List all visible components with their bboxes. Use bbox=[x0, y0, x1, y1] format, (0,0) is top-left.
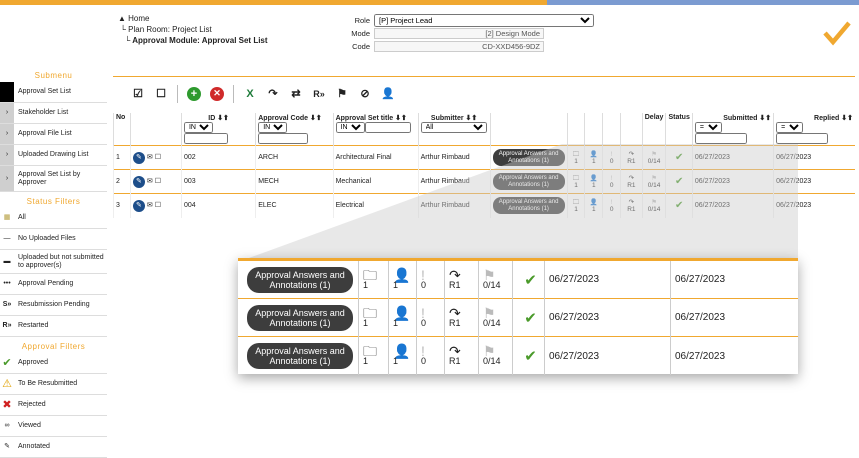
approval-answers-button[interactable]: Approval Answers and Annotations (1) bbox=[247, 343, 353, 369]
zoom-row: Approval Answers and Annotations (1) 🗀 1 … bbox=[238, 298, 798, 337]
user-icon[interactable]: 👤 bbox=[393, 344, 410, 358]
zoom-row: Approval Answers and Annotations (1) 🗀 1 … bbox=[238, 260, 798, 299]
exclamation-icon[interactable]: ! bbox=[421, 306, 425, 320]
status-check-icon: ✔ bbox=[512, 260, 544, 299]
approval-answers-button[interactable]: Approval Answers and Annotations (1) bbox=[247, 304, 353, 331]
folder-icon[interactable]: 🗀 bbox=[363, 268, 377, 282]
status-check-icon: ✔ bbox=[512, 298, 544, 337]
status-check-icon: ✔ bbox=[512, 337, 544, 375]
zoom-submitted: 06/27/2023 bbox=[544, 337, 670, 375]
zoom-replied: 06/27/2023 bbox=[670, 298, 798, 337]
folder-icon[interactable]: 🗀 bbox=[363, 306, 377, 320]
zoom-callout-wedge bbox=[238, 144, 798, 262]
exclamation-icon[interactable]: ! bbox=[421, 268, 425, 282]
zoom-replied: 06/27/2023 bbox=[670, 337, 798, 375]
user-icon[interactable]: 👤 bbox=[393, 268, 410, 282]
folder-icon[interactable]: 🗀 bbox=[363, 344, 377, 358]
flag-icon[interactable]: ⚑ bbox=[483, 268, 496, 282]
user-icon[interactable]: 👤 bbox=[393, 306, 410, 320]
flag-icon[interactable]: ⚑ bbox=[483, 306, 496, 320]
zoom-replied: 06/27/2023 bbox=[670, 260, 798, 299]
exclamation-icon[interactable]: ! bbox=[421, 344, 425, 358]
forward-icon[interactable]: ↷ bbox=[449, 268, 461, 282]
zoom-submitted: 06/27/2023 bbox=[544, 260, 670, 299]
forward-icon[interactable]: ↷ bbox=[449, 344, 461, 358]
zoom-submitted: 06/27/2023 bbox=[544, 298, 670, 337]
forward-icon[interactable]: ↷ bbox=[449, 306, 461, 320]
zoom-row: Approval Answers and Annotations (1) 🗀 1 … bbox=[238, 337, 798, 375]
zoom-detail-panel: Approval Answers and Annotations (1) 🗀 1 … bbox=[238, 258, 798, 375]
flag-icon[interactable]: ⚑ bbox=[483, 344, 496, 358]
approval-answers-button[interactable]: Approval Answers and Annotations (1) bbox=[247, 266, 353, 293]
